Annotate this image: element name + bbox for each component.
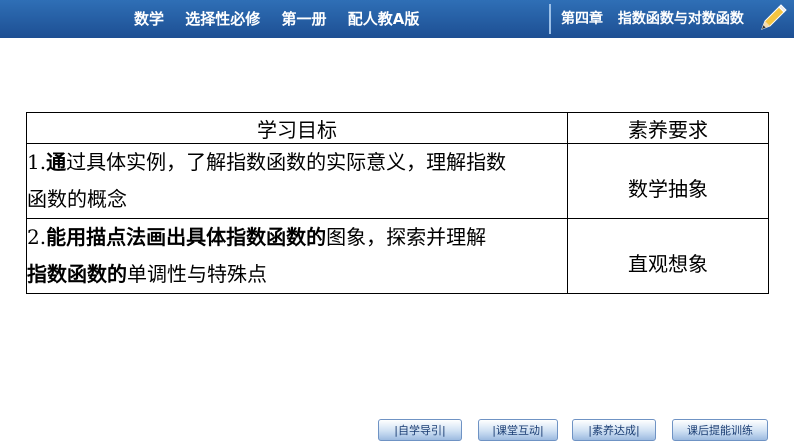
table-row: 2.能用描点法画出具体指数函数的图象，探索并理解 指数函数的单调性与特殊点 直观…	[26, 218, 769, 294]
goal-1-line-2: 函数的概念	[27, 187, 127, 211]
goal-cell-1: 1.通过具体实例，了解指数函数的实际意义，理解指数 函数的概念	[26, 143, 568, 219]
requirement-2: 直观想象	[628, 251, 708, 276]
nav-classroom-button[interactable]: |课堂互动|	[478, 419, 558, 441]
learning-goals-table: 学习目标 素养要求 1.通过具体实例，了解指数函数的实际意义，理解指数 函数的概…	[26, 112, 769, 294]
goal-1-number: 1.	[27, 150, 47, 174]
goal-2-number: 2.	[27, 225, 47, 249]
requirement-cell-1: 数学抽象	[567, 143, 769, 219]
table-row: 1.通过具体实例，了解指数函数的实际意义，理解指数 函数的概念 数学抽象	[26, 143, 769, 219]
chapter-info: 第四章 指数函数与对数函数	[561, 0, 754, 38]
goal-1-line-1: 1.通过具体实例，了解指数函数的实际意义，理解指数	[27, 144, 567, 181]
header-divider	[549, 4, 551, 34]
nav-practice-button[interactable]: 课后提能训练	[672, 419, 768, 441]
goal-1-text: 过具体实例，了解指数函数的实际意义，理解指数	[66, 150, 507, 174]
nav-literacy-button[interactable]: |素养达成|	[572, 419, 656, 441]
pencil-icon	[761, 4, 787, 30]
table-header-row: 学习目标 素养要求	[26, 112, 769, 144]
nav-self-study-button[interactable]: |自学导引|	[378, 419, 462, 441]
goal-2-line-1: 2.能用描点法画出具体指数函数的图象，探索并理解	[27, 219, 567, 256]
volume-label: 第一册	[281, 10, 327, 28]
goal-2-line-2: 指数函数的单调性与特殊点	[27, 256, 567, 293]
goal-2-line-2-bold: 指数函数的	[27, 262, 127, 286]
goal-2-line-2-text: 单调性与特殊点	[127, 262, 267, 286]
chapter-number: 第四章	[561, 11, 603, 27]
top-banner: 数学 选择性必修 第一册 配人教A版 第四章 指数函数与对数函数	[0, 0, 794, 38]
goal-1-bold: 通	[46, 150, 67, 174]
goal-2-bold: 能用描点法画出具体指数函数的	[46, 225, 327, 249]
book-type-label: 选择性必修	[185, 10, 261, 28]
subject-label: 数学	[134, 10, 165, 28]
edition-label: 配人教A版	[347, 10, 420, 28]
goal-cell-2: 2.能用描点法画出具体指数函数的图象，探索并理解 指数函数的单调性与特殊点	[26, 218, 568, 294]
goal-column-header: 学习目标	[26, 112, 568, 144]
requirement-column-header: 素养要求	[567, 112, 769, 144]
chapter-title: 指数函数与对数函数	[617, 11, 744, 27]
course-info: 数学 选择性必修 第一册 配人教A版	[134, 0, 435, 38]
goal-2-text: 图象，探索并理解	[326, 225, 487, 249]
requirement-1: 数学抽象	[628, 176, 708, 201]
requirement-cell-2: 直观想象	[567, 218, 769, 294]
